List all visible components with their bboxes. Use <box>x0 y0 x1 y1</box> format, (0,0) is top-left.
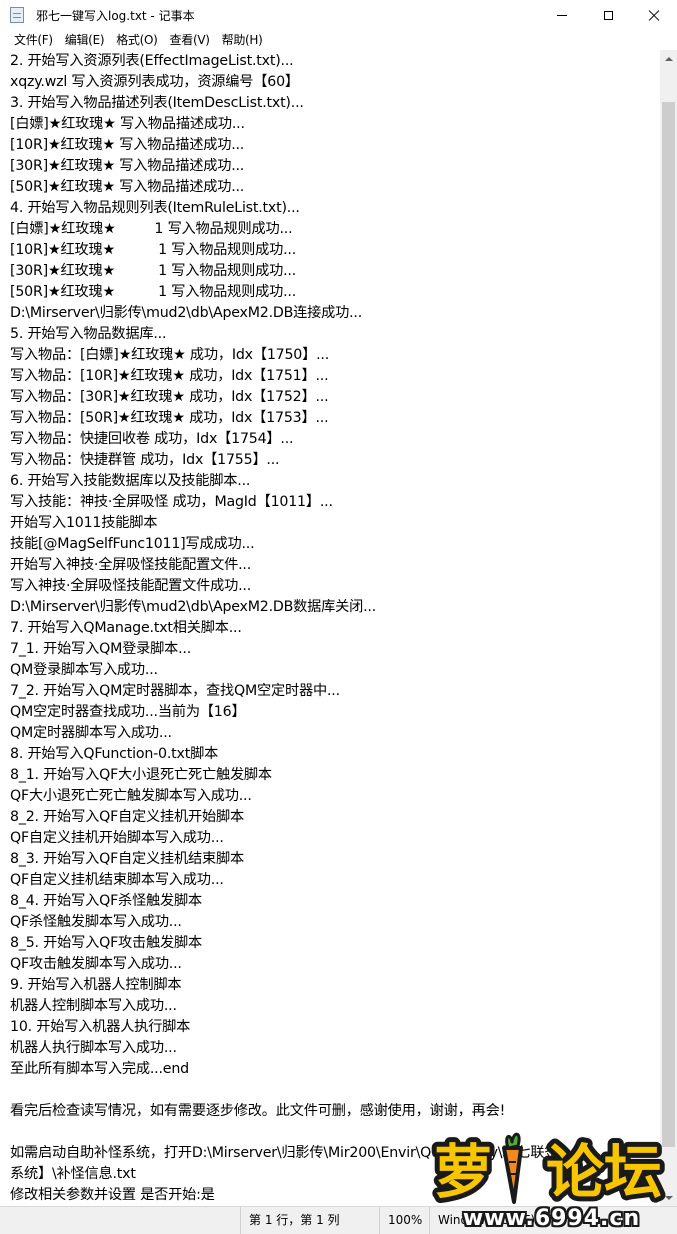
scroll-down-button[interactable] <box>660 1189 677 1206</box>
text-line: [30R]★红玫瑰★ 写入物品描述成功... <box>10 158 245 174</box>
text-line: 技能[@MagSelfFunc1011]写成成功... <box>10 536 255 552</box>
title-bar[interactable]: 邪七一键写入log.txt - 记事本 <box>0 0 677 30</box>
text-line: 看完后检查读写情况，如有需要逐步修改。此文件可删，感谢使用，谢谢，再会! <box>10 1103 506 1119</box>
notepad-icon <box>10 7 24 23</box>
text-line: 写入物品：[50R]★红玫瑰★ 成功，Idx【1753】... <box>10 410 329 426</box>
text-line: 7. 开始写入QManage.txt相关脚本... <box>10 620 242 636</box>
text-line: 写入物品：[10R]★红玫瑰★ 成功，Idx【1751】... <box>10 368 329 384</box>
text-line: D:\Mirserver\归影传\mud2\db\ApexM2.DB数据库关闭.… <box>10 599 377 615</box>
status-bar: 第 1 行，第 1 列 100% Windows (CRLF) <box>0 1206 677 1234</box>
text-line: 2. 开始写入资源列表(EffectImageList.txt)... <box>10 53 294 69</box>
text-line: [50R]★红玫瑰★ 1 写入物品规则成功... <box>10 284 297 300</box>
text-line: 8. 开始写入QFunction-0.txt脚本 <box>10 746 219 762</box>
text-line: QM定时器脚本写入成功... <box>10 725 172 741</box>
text-line: 8_4. 开始写入QF杀怪触发脚本 <box>10 893 202 909</box>
text-line: QF自定义挂机开始脚本写入成功... <box>10 830 224 846</box>
minimize-button[interactable] <box>539 0 585 30</box>
text-line: 8_1. 开始写入QF大小退死亡死亡触发脚本 <box>10 767 272 783</box>
menu-format[interactable]: 格式(O) <box>110 30 163 50</box>
zoom-level: 100% <box>379 1207 422 1234</box>
text-line: [50R]★红玫瑰★ 写入物品描述成功... <box>10 179 245 195</box>
text-line: [白嫖]★红玫瑰★ 写入物品描述成功... <box>10 116 245 132</box>
text-line: 7_1. 开始写入QM登录脚本... <box>10 641 192 657</box>
text-editor[interactable]: 2. 开始写入资源列表(EffectImageList.txt)... xqzy.… <box>0 50 660 1206</box>
line-ending: Windows (CRLF) <box>429 1207 535 1234</box>
maximize-icon <box>603 10 613 20</box>
text-line: 7_2. 开始写入QM定时器脚本，查找QM空定时器中... <box>10 683 340 699</box>
text-line: 写入技能：神技·全屏吸怪 成功，MagId【1011】... <box>10 494 333 510</box>
close-icon <box>648 9 660 21</box>
text-line: 至此所有脚本写入完成...end <box>10 1061 189 1077</box>
text-line <box>10 1122 660 1143</box>
text-line: 8_5. 开始写入QF攻击触发脚本 <box>10 935 202 951</box>
text-line: 写入神技·全屏吸怪技能配置文件成功... <box>10 578 252 594</box>
maximize-button[interactable] <box>585 0 631 30</box>
text-line: 8_2. 开始写入QF自定义挂机开始脚本 <box>10 809 244 825</box>
text-line: QM登录脚本写入成功... <box>10 662 158 678</box>
text-line: D:\Mirserver\归影传\mud2\db\ApexM2.DB连接成功..… <box>10 305 363 321</box>
close-button[interactable] <box>631 0 677 30</box>
menu-help[interactable]: 帮助(H) <box>216 30 269 50</box>
text-line: [10R]★红玫瑰★ 1 写入物品规则成功... <box>10 242 297 258</box>
text-line: 开始写入1011技能脚本 <box>10 515 158 531</box>
text-line: xqzy.wzl 写入资源列表成功，资源编号【60】 <box>10 74 299 90</box>
arrow-up-icon <box>664 56 673 61</box>
menu-edit[interactable]: 编辑(E) <box>59 30 110 50</box>
text-line: QF攻击触发脚本写入成功... <box>10 956 182 972</box>
scroll-up-button[interactable] <box>660 50 677 67</box>
menu-bar: 文件(F) 编辑(E) 格式(O) 查看(V) 帮助(H) <box>0 30 677 50</box>
text-line: 写入物品：[白嫖]★红玫瑰★ 成功，Idx【1750】... <box>10 347 330 363</box>
menu-view[interactable]: 查看(V) <box>164 30 216 50</box>
text-line <box>10 1080 660 1101</box>
minimize-icon <box>557 14 567 16</box>
text-line: 3. 开始写入物品描述列表(ItemDescList.txt)... <box>10 95 304 111</box>
text-line: [白嫖]★红玫瑰★ 1 写入物品规则成功... <box>10 221 293 237</box>
text-line: 机器人控制脚本写入成功... <box>10 998 177 1014</box>
vertical-scrollbar[interactable] <box>660 50 677 1206</box>
text-line: 机器人执行脚本写入成功... <box>10 1040 177 1056</box>
arrow-down-icon <box>664 1195 673 1200</box>
cursor-position: 第 1 行，第 1 列 <box>240 1207 340 1234</box>
text-line: 写入物品：快捷回收卷 成功，Idx【1754】... <box>10 431 294 447</box>
text-line: 写入物品：快捷群管 成功，Idx【1755】... <box>10 452 280 468</box>
text-line: 8_3. 开始写入QF自定义挂机结束脚本 <box>10 851 244 867</box>
text-line: QF自定义挂机结束脚本写入成功... <box>10 872 224 888</box>
text-line: 6. 开始写入技能数据库以及技能脚本... <box>10 473 251 489</box>
text-content[interactable]: 2. 开始写入资源列表(EffectImageList.txt)... xqzy.… <box>10 51 660 1206</box>
scroll-thumb[interactable] <box>662 102 675 1147</box>
text-line: 系统】\补怪信息.txt <box>10 1166 136 1182</box>
text-line: 开始写入神技·全屏吸怪技能配置文件... <box>10 557 252 573</box>
text-line: 5. 开始写入物品数据库... <box>10 326 167 342</box>
text-line: 9. 开始写入机器人控制脚本 <box>10 977 182 993</box>
text-line: 写入物品：[30R]★红玫瑰★ 成功，Idx【1752】... <box>10 389 329 405</box>
text-line: QM空定时器查找成功...当前为【16】 <box>10 704 246 720</box>
text-line: [10R]★红玫瑰★ 写入物品描述成功... <box>10 137 245 153</box>
text-line: 如需启动自助补怪系统，打开D:\Mirserver\归影传\Mir200\Env… <box>10 1145 559 1161</box>
text-line: 4. 开始写入物品规则列表(ItemRuleList.txt)... <box>10 200 300 216</box>
text-line: QF大小退死亡死亡触发脚本写入成功... <box>10 788 252 804</box>
text-line: 修改相关参数并设置 是否开始:是 <box>10 1187 215 1203</box>
text-line: 10. 开始写入机器人执行脚本 <box>10 1019 191 1035</box>
window-title: 邪七一键写入log.txt - 记事本 <box>36 9 195 23</box>
text-line: QF杀怪触发脚本写入成功... <box>10 914 182 930</box>
menu-file[interactable]: 文件(F) <box>8 30 59 50</box>
text-line: [30R]★红玫瑰★ 1 写入物品规则成功... <box>10 263 297 279</box>
